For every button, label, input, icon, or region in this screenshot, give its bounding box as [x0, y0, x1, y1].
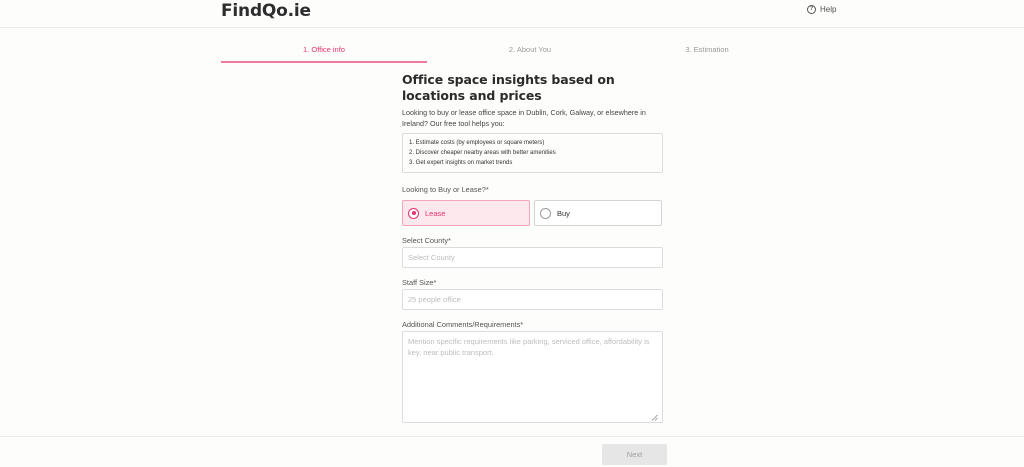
intro-text: Looking to buy or lease office space in … [402, 108, 646, 128]
comments-textarea[interactable] [402, 331, 663, 423]
list-item: 3. Get expert insights on market trends [409, 160, 513, 166]
page-title: Office space insights based on locations… [402, 72, 615, 103]
resize-grip-icon[interactable] [651, 414, 658, 421]
progress-steps: 1. Office info 2. About You 3. Estimatio… [221, 43, 810, 63]
buy-or-lease-label: Looking to Buy or Lease?* [402, 185, 489, 194]
buy-option[interactable]: Buy [534, 200, 662, 226]
staff-size-label: Staff Size* [402, 278, 437, 287]
help-label: Help [820, 5, 837, 14]
lease-option[interactable]: Lease [402, 200, 530, 226]
intro-section: Office space insights based on locations… [402, 72, 663, 173]
lease-option-label: Lease [425, 208, 446, 218]
footer-bar [0, 436, 1024, 467]
benefits-list: 1. Estimate costs (by employees or squar… [402, 133, 663, 173]
list-item: 2. Discover cheaper nearby areas with be… [409, 150, 556, 156]
step-about-you[interactable]: 2. About You [427, 43, 633, 63]
radio-selected-icon [408, 207, 419, 219]
next-button[interactable]: Next [602, 444, 667, 465]
step-estimation[interactable]: 3. Estimation [604, 43, 810, 63]
county-label: Select County* [402, 236, 451, 245]
buy-option-label: Buy [557, 208, 570, 218]
radio-unselected-icon [540, 207, 551, 219]
question-circle-icon: ? [807, 5, 816, 14]
staff-size-input[interactable] [402, 289, 663, 310]
top-header: FindQo.ie ? Help [0, 0, 1024, 28]
list-item: 1. Estimate costs (by employees or squar… [409, 140, 545, 146]
county-select[interactable] [402, 247, 663, 268]
step-office-info[interactable]: 1. Office info [221, 43, 427, 63]
comments-label: Additional Comments/Requirements* [402, 320, 524, 329]
findqo-logo[interactable]: FindQo.ie [221, 1, 311, 21]
help-link[interactable]: ? Help [807, 5, 836, 14]
